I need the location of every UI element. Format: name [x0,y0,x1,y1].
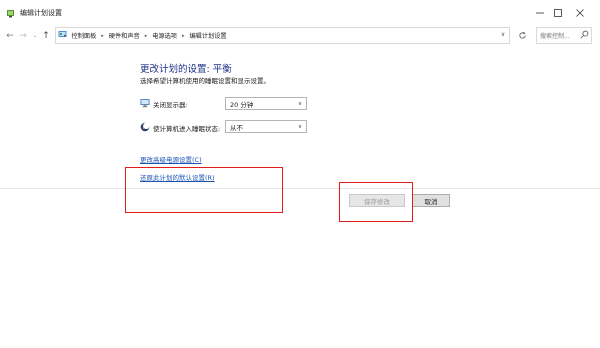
monitor-icon [140,98,150,108]
chevron-down-icon: ∨ [297,123,302,130]
close-icon [576,9,584,17]
breadcrumb-edit-plan[interactable]: 编辑计划设置 [190,31,227,40]
breadcrumb-separator-icon: ▸ [64,32,67,39]
highlight-box-save [339,182,413,222]
breadcrumb: ▸ 控制面板 ▸ 硬件和声音 ▸ 电源选项 ▸ 编辑计划设置 [64,31,227,41]
display-off-select[interactable]: 20 分钟 ∨ [225,97,307,110]
forward-button[interactable]: → [17,30,29,42]
breadcrumb-separator-icon: ▸ [101,32,104,39]
back-button[interactable]: ← [4,30,16,42]
refresh-icon [519,31,526,39]
advanced-power-settings-link[interactable]: 更改高级电源设置(C) [140,154,202,164]
highlight-box-restore [125,167,283,213]
chevron-down-icon: ∨ [297,100,302,107]
close-button[interactable] [560,0,600,26]
sleep-select[interactable]: 从不 ∨ [225,120,307,133]
title-bar [0,0,600,26]
breadcrumb-power-options[interactable]: 电源选项 [152,31,177,40]
refresh-button[interactable] [515,27,530,44]
divider [0,188,600,189]
cancel-button[interactable]: 取消 [412,194,450,207]
display-off-label: 关闭显示器: [153,101,188,109]
sleep-moon-icon [140,122,150,132]
chevron-down-icon: ⌄ [32,33,38,39]
power-options-icon [6,8,16,18]
back-arrow-icon: ← [6,31,14,41]
breadcrumb-hardware-sound[interactable]: 硬件和声音 [109,31,140,40]
search-input[interactable]: 搜索控制... [540,31,570,40]
page-description: 选择希望计算机使用的睡眠设置和显示设置。 [140,77,270,85]
display-off-value: 20 分钟 [230,100,254,109]
window-title: 编辑计划设置 [20,9,62,17]
page-title: 更改计划的设置: 平衡 [140,64,232,75]
sleep-value: 从不 [230,123,243,132]
breadcrumb-separator-icon: ▸ [181,32,185,39]
sleep-label: 使计算机进入睡眠状态: [153,125,221,133]
breadcrumb-separator-icon: ▸ [144,32,148,39]
address-dropdown-button[interactable]: ∨ [498,31,508,41]
search-icon [580,30,590,40]
breadcrumb-control-panel[interactable]: 控制面板 [72,31,97,40]
cancel-label: 取消 [424,197,438,206]
up-arrow-icon: ↑ [42,31,50,41]
up-button[interactable]: ↑ [40,30,52,42]
forward-arrow-icon: → [19,31,27,41]
chevron-down-icon: ∨ [500,31,506,38]
